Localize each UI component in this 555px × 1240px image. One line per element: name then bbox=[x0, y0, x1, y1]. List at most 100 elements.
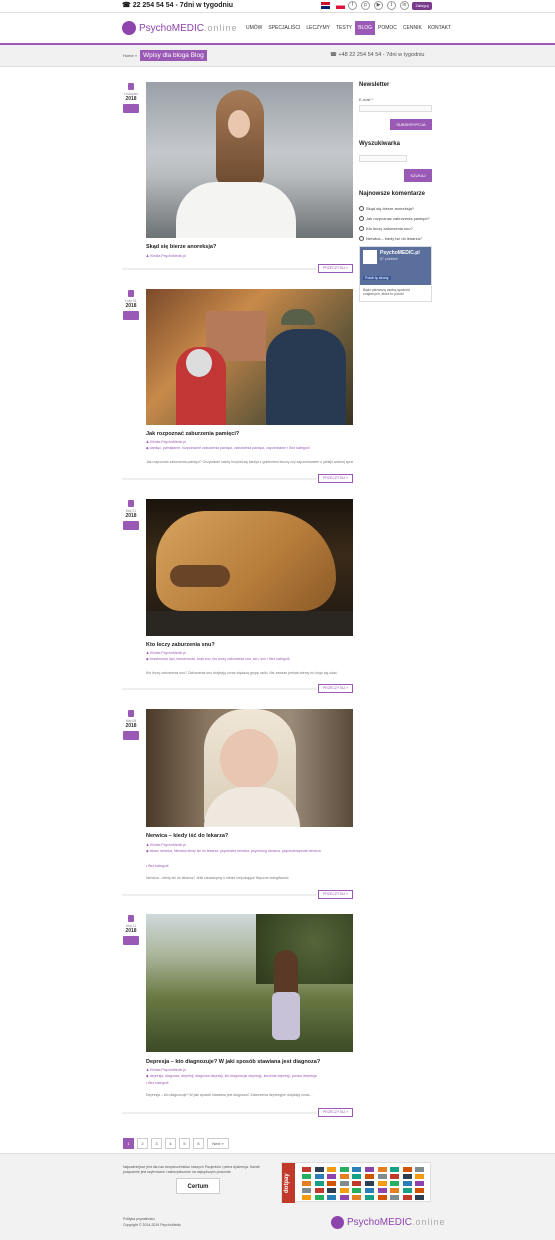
document-icon bbox=[128, 915, 134, 922]
divider bbox=[122, 688, 317, 690]
twitter-icon[interactable]: t bbox=[387, 1, 396, 10]
post-excerpt: Kto leczy zaburzenia snu? Zaburzenia snu… bbox=[146, 671, 338, 675]
search-input[interactable] bbox=[359, 155, 407, 162]
post-date: Maj 21 2018 bbox=[122, 499, 140, 530]
nav-item-leczymy[interactable]: LECZYMY bbox=[303, 21, 333, 35]
post-image[interactable] bbox=[146, 499, 353, 636]
logo[interactable]: PsychoMEDIC.online bbox=[122, 20, 238, 36]
flag-pl-icon[interactable] bbox=[336, 2, 346, 9]
nav-item-cennik[interactable]: CENNIK bbox=[400, 21, 425, 35]
read-more-button[interactable]: PRZECZYTAJ » bbox=[318, 474, 353, 483]
fb-page-name[interactable]: PsychoMEDIC.pl bbox=[380, 250, 420, 256]
top-phone: ☎ 22 254 54 54 - 7dni w tygodniu bbox=[122, 2, 234, 9]
post-year: 2018 bbox=[125, 928, 137, 934]
nav-item-kontakt[interactable]: KONTAKT bbox=[425, 21, 454, 35]
nav-item-specjalisci[interactable]: SPECJALIŚCI bbox=[265, 21, 303, 35]
post-tags[interactable]: ◆ lekarz nerwica, Nerwica kiedy iść do l… bbox=[146, 848, 353, 854]
post-title[interactable]: Depresja – kto diagnozuje? W jaki sposób… bbox=[146, 1059, 353, 1065]
document-icon bbox=[128, 710, 134, 717]
bank-logo bbox=[390, 1195, 400, 1200]
read-more-button[interactable]: PRZECZYTAJ » bbox=[318, 264, 353, 273]
read-more-button[interactable]: PRZECZYTAJ » bbox=[318, 1108, 353, 1117]
bank-logo bbox=[415, 1174, 425, 1179]
bank-logo bbox=[390, 1167, 400, 1172]
flag-uk-icon[interactable] bbox=[321, 2, 330, 9]
comments-icon[interactable] bbox=[123, 731, 139, 740]
post-title[interactable]: Jak rozpoznać zaburzenia pamięci? bbox=[146, 431, 353, 437]
page-link[interactable]: 3 bbox=[151, 1138, 162, 1149]
bank-logo bbox=[415, 1167, 425, 1172]
post-image[interactable] bbox=[146, 289, 353, 425]
sidebar: Newsletter E-mail * SUBSKRYPCJA Wyszukiw… bbox=[359, 82, 432, 302]
bank-logo bbox=[302, 1174, 311, 1179]
page-link[interactable]: 4 bbox=[165, 1138, 176, 1149]
linkedin-icon[interactable]: in bbox=[400, 1, 409, 10]
bank-logo bbox=[327, 1167, 337, 1172]
bank-logo bbox=[339, 1174, 349, 1179]
comment-item[interactable]: Kto leczy zaburzenia snu? bbox=[359, 226, 432, 231]
breadcrumb-home[interactable]: Home bbox=[123, 53, 134, 58]
login-button[interactable]: Zaloguj bbox=[412, 2, 432, 10]
search-button[interactable]: SZUKAJ bbox=[404, 169, 432, 182]
post-title[interactable]: Nerwica – kiedy iść do lekarza? bbox=[146, 833, 353, 839]
newsletter-heading: Newsletter bbox=[359, 82, 390, 88]
nav-item-umow[interactable]: UMÓW bbox=[243, 21, 265, 35]
bank-logo bbox=[402, 1181, 412, 1186]
bank-logo bbox=[390, 1181, 400, 1186]
blog-post: Luty 01 2018 Jak rozpoznać zaburzenia pa… bbox=[122, 289, 354, 485]
comment-item[interactable]: Jak rozpoznać zaburzenia pamięci? bbox=[359, 216, 432, 221]
fb-like-button[interactable]: Polub tę stronę bbox=[363, 276, 391, 280]
youtube-icon[interactable]: ▶ bbox=[374, 1, 383, 10]
footer: Najważniejsze jest dla nas bezpieczeństw… bbox=[0, 1153, 555, 1240]
comments-icon[interactable] bbox=[123, 311, 139, 320]
post-tags[interactable]: ◆ bezsenność lęki, bezsenność, brak snu,… bbox=[146, 656, 353, 662]
post-image[interactable] bbox=[146, 914, 353, 1052]
bank-logo bbox=[314, 1188, 324, 1193]
bank-logo bbox=[415, 1195, 425, 1200]
bank-logo bbox=[365, 1181, 374, 1186]
page-link[interactable]: 2 bbox=[137, 1138, 148, 1149]
post-title[interactable]: Skąd się bierze anoreksja? bbox=[146, 244, 353, 250]
post-category[interactable]: ▪ Bez kategorii bbox=[146, 863, 353, 869]
nav-item-testy[interactable]: TESTY bbox=[333, 21, 355, 35]
post-title[interactable]: Kto leczy zaburzenia snu? bbox=[146, 642, 353, 648]
nav-item-pomoc[interactable]: POMOC bbox=[375, 21, 400, 35]
comments-icon[interactable] bbox=[123, 936, 139, 945]
comments-icon[interactable] bbox=[123, 521, 139, 530]
facebook-icon[interactable]: f bbox=[348, 1, 357, 10]
blog-post: Maj 06 2018 Nerwica – kiedy iść do lekar… bbox=[122, 709, 354, 901]
post-image[interactable] bbox=[146, 82, 353, 238]
post-author[interactable]: ♟ Klinika PsychoMedic.pl bbox=[146, 253, 353, 259]
subscribe-button[interactable]: SUBSKRYPCJA bbox=[390, 119, 432, 130]
post-category[interactable]: ▪ Bez kategorii bbox=[146, 1080, 353, 1086]
certum-badge[interactable]: Certum bbox=[176, 1178, 220, 1194]
nav-item-blog[interactable]: BLOG bbox=[355, 21, 376, 35]
post-image[interactable] bbox=[146, 709, 353, 827]
bank-logo bbox=[314, 1195, 324, 1200]
post-date: Maj 11 2018 bbox=[122, 914, 140, 945]
bank-logo bbox=[377, 1188, 387, 1193]
bank-logo bbox=[402, 1167, 412, 1172]
main-nav: UMÓW SPECJALIŚCI LECZYMY TESTY BLOG POMO… bbox=[243, 21, 454, 35]
page-link[interactable]: 6 bbox=[193, 1138, 204, 1149]
next-page-button[interactable]: Next » bbox=[207, 1138, 229, 1149]
footer-logo[interactable]: PsychoMEDIC.online bbox=[331, 1216, 446, 1229]
page-link[interactable]: 5 bbox=[179, 1138, 190, 1149]
pinterest-icon[interactable]: p bbox=[361, 1, 370, 10]
pagination: 1 2 3 4 5 6 Next » bbox=[123, 1138, 232, 1149]
read-more-button[interactable]: PRZECZYTAJ » bbox=[318, 684, 353, 693]
post-tags[interactable]: ◆ pamięć, pamiętanie, rozpoznanie zaburz… bbox=[146, 445, 353, 451]
page-link[interactable]: 1 bbox=[123, 1138, 134, 1149]
bank-logo bbox=[365, 1167, 374, 1172]
bank-logo bbox=[365, 1188, 374, 1193]
comment-icon bbox=[359, 206, 364, 211]
comment-item[interactable]: Skąd się bierze anoreksja? bbox=[359, 206, 432, 211]
divider bbox=[122, 894, 317, 896]
comments-icon[interactable] bbox=[123, 104, 139, 113]
read-more-button[interactable]: PRZECZYTAJ » bbox=[318, 890, 353, 899]
bank-logo bbox=[314, 1167, 324, 1172]
page-title: Wpisy dla bloga Blog bbox=[140, 50, 207, 61]
newsletter-email-input[interactable] bbox=[359, 105, 432, 112]
comment-item[interactable]: Nerwica – kiedy iść do lekarza? bbox=[359, 236, 432, 241]
post-tags[interactable]: ◆ depresja, diagnoza, depresji, diagnoza… bbox=[146, 1073, 353, 1079]
